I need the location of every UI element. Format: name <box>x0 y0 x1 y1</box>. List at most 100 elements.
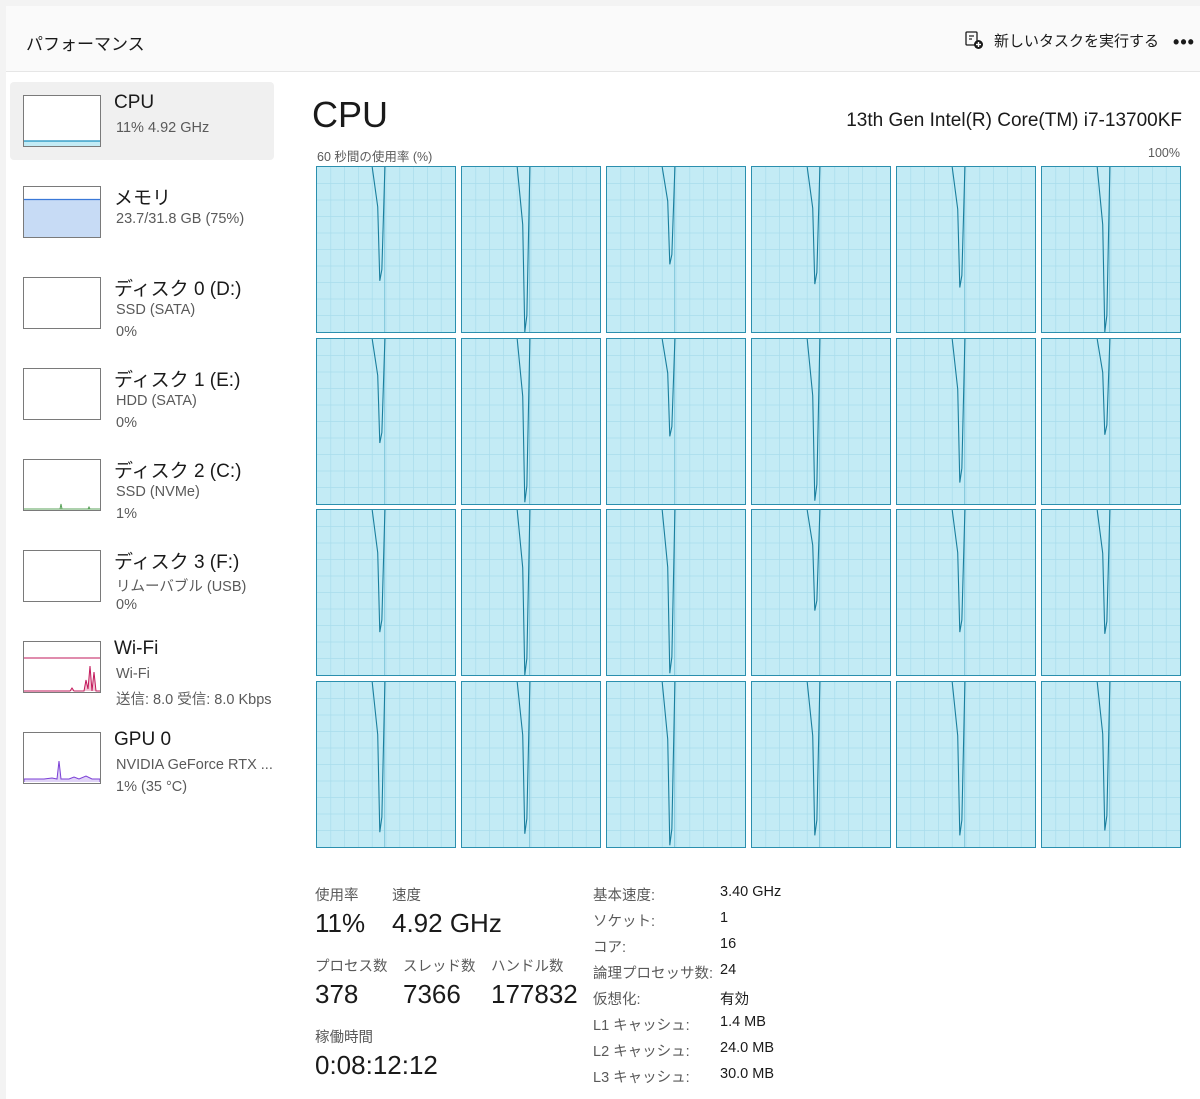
core-graph <box>1041 166 1181 333</box>
threads-value: 7366 <box>403 979 461 1009</box>
spec-key: ソケット: <box>593 914 656 930</box>
threads-label: スレッド数 <box>403 959 476 975</box>
nav-item-detail: 23.7/31.8 GB (75%) <box>116 211 245 227</box>
spec-value: 有効 <box>720 992 749 1008</box>
nav-item-wifi[interactable]: Wi-Fi Wi-Fi 送信: 8.0 受信: 8.0 Kbps <box>10 628 274 719</box>
nav-item-detail-2: 1% <box>116 506 137 522</box>
nav-item-name: GPU 0 <box>114 729 172 750</box>
disk-graph-icon <box>23 459 101 511</box>
core-graph <box>461 166 601 333</box>
core-graph <box>461 680 601 848</box>
uptime-value: 0:08:12:12 <box>315 1050 438 1080</box>
core-graph <box>316 680 456 848</box>
nav-item-detail: 11% 4.92 GHz <box>116 120 210 136</box>
usage-label: 使用率 <box>315 888 359 904</box>
nav-item-detail-2: 送信: 8.0 受信: 8.0 Kbps <box>116 692 272 708</box>
network-graph-icon <box>23 641 101 693</box>
nav-item-disk-1[interactable]: ディスク 1 (E:) HDD (SATA) 0% <box>10 355 274 446</box>
gpu-graph-icon <box>23 732 101 784</box>
spec-key: L2 キャッシュ: <box>593 1044 690 1060</box>
nav-item-memory[interactable]: メモリ 23.7/31.8 GB (75%) <box>10 173 274 264</box>
spec-value: 24 <box>720 962 737 978</box>
disk-graph-icon <box>23 368 101 420</box>
spec-key: 基本速度: <box>593 888 656 904</box>
spec-value: 1.4 MB <box>720 1014 766 1030</box>
spec-value: 16 <box>720 936 737 952</box>
disk-graph-icon <box>23 277 101 329</box>
core-graph <box>606 337 746 505</box>
nav-item-name: ディスク 2 (C:) <box>114 461 242 482</box>
nav-item-detail: リムーバブル (USB) <box>116 579 247 595</box>
nav-item-name: CPU <box>114 92 155 113</box>
nav-item-disk-3[interactable]: ディスク 3 (F:) リムーバブル (USB) 0% <box>10 537 274 628</box>
graph-axis-max: 100% <box>1148 146 1180 160</box>
nav-item-name: ディスク 1 (E:) <box>114 370 241 391</box>
core-graph <box>1041 337 1181 505</box>
nav-item-disk-0[interactable]: ディスク 0 (D:) SSD (SATA) 0% <box>10 264 274 355</box>
core-graph <box>751 337 891 505</box>
processes-label: プロセス数 <box>315 959 388 975</box>
core-graph <box>896 509 1036 676</box>
core-graph <box>896 680 1036 848</box>
spec-key: 仮想化: <box>593 992 641 1008</box>
core-graph <box>606 509 746 676</box>
nav-item-detail-2: 1% (35 °C) <box>116 779 188 795</box>
core-graph <box>896 337 1036 505</box>
core-graph <box>1041 509 1181 676</box>
core-graph <box>606 680 746 848</box>
nav-item-cpu[interactable]: CPU 11% 4.92 GHz <box>10 82 274 160</box>
nav-item-detail-2: 0% <box>116 415 137 431</box>
nav-item-gpu-0[interactable]: GPU 0 NVIDIA GeForce RTX ... 1% (35 °C) <box>10 719 274 810</box>
spec-value: 1 <box>720 910 729 926</box>
core-graph <box>316 337 456 505</box>
header-bar: パフォーマンス 新しいタスクを実行する ••• <box>6 6 1200 72</box>
nav-item-name: Wi-Fi <box>114 638 159 659</box>
graph-axis-label: 60 秒間の使用率 (%) <box>317 150 433 164</box>
more-options-button[interactable]: ••• <box>1170 28 1198 56</box>
window-left-edge <box>0 6 6 1099</box>
speed-value: 4.92 GHz <box>392 908 502 938</box>
resource-sidebar: CPU 11% 4.92 GHz メモリ 23.7/31.8 GB (75%) ディスク… <box>10 82 274 810</box>
spec-key: 論理プロセッサ数: <box>593 966 714 982</box>
core-graph <box>316 509 456 676</box>
spec-value: 24.0 MB <box>720 1040 774 1056</box>
core-graph <box>461 509 601 676</box>
handles-value: 177832 <box>491 979 578 1009</box>
speed-label: 速度 <box>392 888 421 904</box>
core-graph <box>461 337 601 505</box>
spec-value: 30.0 MB <box>720 1066 774 1082</box>
new-task-icon <box>965 31 983 49</box>
uptime-label: 稼働時間 <box>315 1030 373 1046</box>
page-title: パフォーマンス <box>26 35 145 54</box>
memory-graph-icon <box>23 186 101 238</box>
processes-value: 378 <box>315 979 359 1009</box>
cpu-model-name: 13th Gen Intel(R) Core(TM) i7-13700KF <box>846 110 1182 131</box>
nav-item-name: メモリ <box>114 188 172 209</box>
run-new-task-button[interactable]: 新しいタスクを実行する <box>956 24 1167 56</box>
nav-item-detail: SSD (SATA) <box>116 302 196 318</box>
usage-value: 11% <box>315 908 366 938</box>
core-graphs-grid <box>316 166 1182 848</box>
core-graph <box>896 166 1036 333</box>
core-graph <box>606 166 746 333</box>
core-graph <box>316 166 456 333</box>
core-graph <box>1041 680 1181 848</box>
nav-item-name: ディスク 0 (D:) <box>114 279 242 300</box>
spec-key: L3 キャッシュ: <box>593 1070 690 1086</box>
nav-item-detail: SSD (NVMe) <box>116 484 200 500</box>
spec-value: 3.40 GHz <box>720 884 782 900</box>
core-graph <box>751 509 891 676</box>
nav-item-detail: HDD (SATA) <box>116 393 197 409</box>
spec-key: コア: <box>593 940 627 956</box>
core-graph <box>751 680 891 848</box>
handles-label: ハンドル数 <box>491 959 564 975</box>
run-new-task-label: 新しいタスクを実行する <box>994 32 1160 50</box>
nav-item-detail-2: 0% <box>116 597 137 613</box>
core-graph <box>751 166 891 333</box>
nav-item-disk-2[interactable]: ディスク 2 (C:) SSD (NVMe) 1% <box>10 446 274 537</box>
spec-key: L1 キャッシュ: <box>593 1018 690 1034</box>
nav-item-detail: NVIDIA GeForce RTX ... <box>116 757 273 773</box>
nav-item-detail: Wi-Fi <box>116 666 150 682</box>
disk-graph-icon <box>23 550 101 602</box>
cpu-graph-icon <box>23 95 101 147</box>
